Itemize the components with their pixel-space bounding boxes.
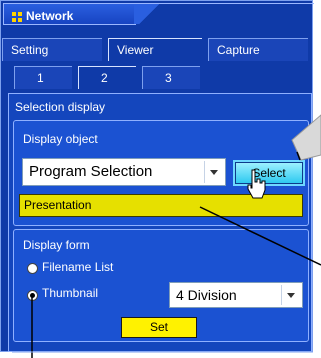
program-selection-dropdown[interactable]: Program Selection [22,158,226,186]
chevron-down-icon[interactable] [204,161,223,183]
sub-tab-bar: 1 2 3 [14,66,274,90]
chevron-down-icon[interactable] [281,285,300,305]
tab-capture-label: Capture [217,43,260,57]
select-button[interactable]: Select [235,162,303,184]
display-object-label: Display object [23,132,98,146]
division-value: 4 Division [176,287,237,303]
program-selection-value: Program Selection [29,163,153,180]
tab-2-label: 2 [101,71,108,85]
tab-2[interactable]: 2 [78,66,136,89]
title-bar: Network [3,3,136,25]
filename-list-radio[interactable] [27,263,38,274]
tab-viewer[interactable]: Viewer [108,38,202,61]
tab-1[interactable]: 1 [14,66,72,89]
tab-viewer-label: Viewer [117,43,154,57]
window-title: Network [26,9,74,23]
selection-display-title: Selection display [15,100,106,114]
filename-list-label: Filename List [42,260,114,274]
display-form-label: Display form [23,238,90,252]
presentation-field: Presentation [19,194,303,217]
title-bar-tail [134,3,314,24]
tab-1-label: 1 [37,71,44,85]
division-dropdown[interactable]: 4 Division [169,282,303,308]
grid-icon [12,12,22,22]
tab-capture[interactable]: Capture [208,38,308,61]
tab-3-label: 3 [165,71,172,85]
thumbnail-radio[interactable] [27,290,38,301]
tab-3[interactable]: 3 [142,66,200,89]
tab-setting-label: Setting [11,43,49,57]
tab-setting[interactable]: Setting [2,38,102,61]
main-tab-bar: Setting Viewer Capture [2,38,313,62]
set-button[interactable]: Set [121,317,197,338]
thumbnail-label: Thumbnail [42,286,99,300]
